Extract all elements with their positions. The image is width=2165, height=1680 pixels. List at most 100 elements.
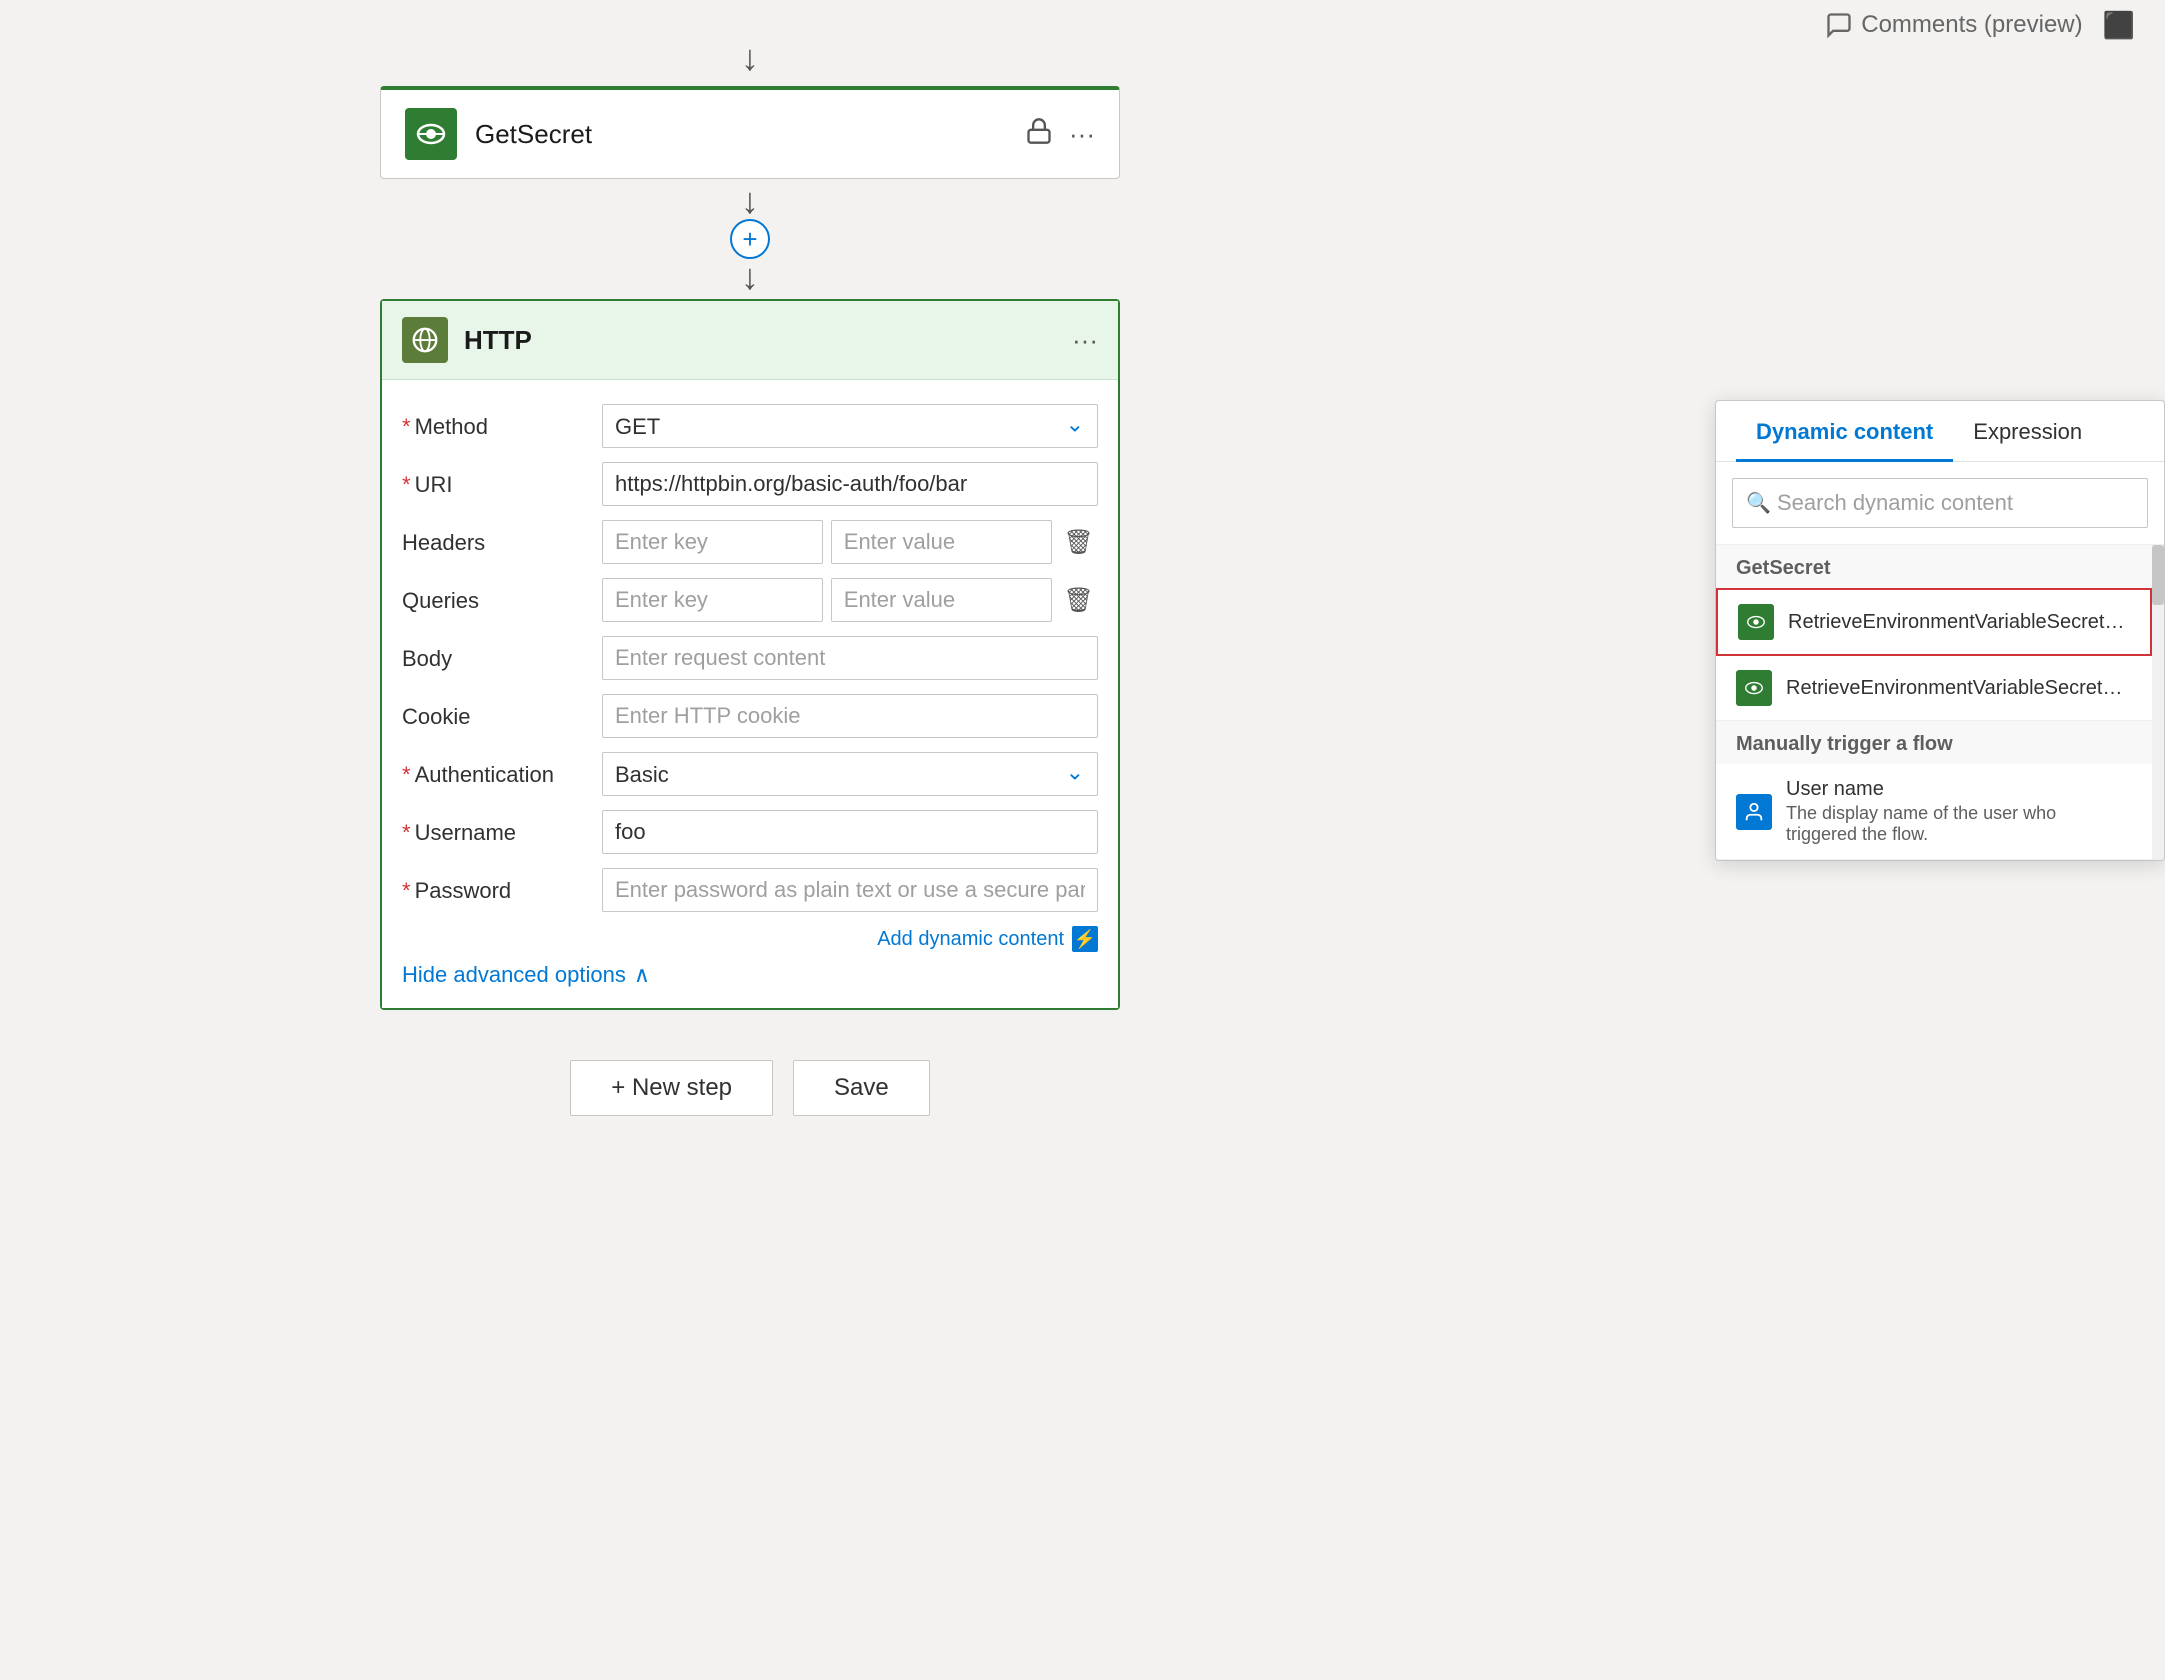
lock-icon[interactable] — [1025, 117, 1053, 152]
username-control — [602, 810, 1098, 854]
arrow-down-3: ↓ — [741, 259, 759, 295]
panel-item-2-text: RetrieveEnvironmentVariableSecretValueRe… — [1786, 677, 2132, 700]
panel-toggle-icon[interactable]: ⬛ — [2103, 10, 2135, 41]
panel-item-3-text: User name — [1786, 778, 2132, 801]
uri-control — [602, 462, 1098, 506]
auth-select-wrapper: Basic None Client Credentials — [602, 752, 1098, 796]
body-control — [602, 636, 1098, 680]
auth-label: *Authentication — [402, 752, 602, 788]
panel-item-1-icon — [1738, 604, 1774, 640]
headers-inputs: 🗑 — [602, 520, 1098, 564]
bottom-buttons: + New step Save — [570, 1060, 929, 1116]
http-card: HTTP ··· *Method GET POST PUT DELETE — [380, 299, 1120, 1010]
top-bar: Comments (preview) ⬛ — [1795, 0, 2165, 50]
scrollbar-thumb[interactable] — [2152, 545, 2164, 605]
body-label: Body — [402, 636, 602, 672]
arrow-down-1: ↓ — [741, 40, 759, 76]
uri-input[interactable] — [602, 462, 1098, 506]
add-step-button[interactable]: + — [730, 219, 770, 259]
panel-item-2[interactable]: RetrieveEnvironmentVariableSecretValueRe… — [1716, 656, 2152, 721]
chevron-up-icon: ∧ — [634, 962, 650, 988]
headers-delete-icon[interactable]: 🗑 — [1060, 524, 1098, 561]
panel-tabs: Dynamic content Expression — [1716, 401, 2164, 462]
panel-content: GetSecret RetrieveEnvironmentVariableSec… — [1716, 545, 2164, 860]
section-getsecret: GetSecret — [1716, 545, 2152, 588]
password-input[interactable] — [602, 868, 1098, 912]
username-label: *Username — [402, 810, 602, 846]
method-control: GET POST PUT DELETE — [602, 404, 1098, 448]
comments-button[interactable]: Comments (preview) — [1825, 11, 2082, 39]
body-row: Body — [402, 636, 1098, 680]
queries-delete-icon[interactable]: 🗑 — [1060, 582, 1098, 619]
hide-advanced-button[interactable]: Hide advanced options ∧ — [402, 962, 1098, 988]
method-required: * — [402, 414, 411, 439]
scrollbar-track[interactable] — [2152, 545, 2164, 860]
password-label: *Password — [402, 868, 602, 904]
get-secret-icon — [405, 108, 457, 160]
password-row: *Password — [402, 868, 1098, 912]
arrow-down-2: ↓ — [741, 183, 759, 219]
headers-row: Headers 🗑 — [402, 520, 1098, 564]
more-menu-icon[interactable]: ··· — [1069, 119, 1095, 150]
panel-item-3-content: User name The display name of the user w… — [1786, 778, 2132, 845]
card-actions: ··· — [1025, 117, 1095, 152]
get-secret-title: GetSecret — [475, 119, 1025, 150]
dynamic-content-panel: Dynamic content Expression GetSecret — [1715, 400, 2165, 861]
tab-dynamic-content[interactable]: Dynamic content — [1736, 401, 1953, 462]
password-control — [602, 868, 1098, 912]
section-manual-trigger: Manually trigger a flow — [1716, 721, 2152, 764]
queries-row: Queries 🗑 — [402, 578, 1098, 622]
dynamic-icon[interactable]: ⚡ — [1072, 926, 1098, 952]
method-label: *Method — [402, 404, 602, 440]
http-title: HTTP — [464, 325, 1072, 356]
queries-control: 🗑 — [602, 578, 1098, 622]
method-row: *Method GET POST PUT DELETE — [402, 404, 1098, 448]
panel-item-3-sub: The display name of the user who trigger… — [1786, 803, 2132, 845]
dynamic-search-input[interactable] — [1732, 478, 2148, 528]
tab-expression[interactable]: Expression — [1953, 401, 2102, 462]
auth-control: Basic None Client Credentials — [602, 752, 1098, 796]
headers-key-input[interactable] — [602, 520, 823, 564]
http-more-icon[interactable]: ··· — [1072, 325, 1098, 356]
method-select[interactable]: GET POST PUT DELETE — [602, 404, 1098, 448]
uri-label: *URI — [402, 462, 602, 498]
http-card-header[interactable]: HTTP ··· — [382, 301, 1118, 380]
username-input[interactable] — [602, 810, 1098, 854]
cookie-label: Cookie — [402, 694, 602, 730]
canvas: ↓ GetSecret ··· ↓ + ↓ — [0, 0, 1500, 1680]
panel-item-3[interactable]: User name The display name of the user w… — [1716, 764, 2152, 860]
http-form-body: *Method GET POST PUT DELETE — [382, 380, 1118, 1008]
panel-item-1[interactable]: RetrieveEnvironmentVariableSecretValueRe… — [1716, 588, 2152, 656]
cookie-row: Cookie — [402, 694, 1098, 738]
add-dynamic-row: Add dynamic content ⚡ — [402, 926, 1098, 952]
panel-item-2-icon — [1736, 670, 1772, 706]
method-select-wrapper: GET POST PUT DELETE — [602, 404, 1098, 448]
auth-select[interactable]: Basic None Client Credentials — [602, 752, 1098, 796]
panel-search-area — [1716, 462, 2164, 545]
headers-value-input[interactable] — [831, 520, 1052, 564]
queries-label: Queries — [402, 578, 602, 614]
uri-row: *URI — [402, 462, 1098, 506]
get-secret-card[interactable]: GetSecret ··· — [380, 86, 1120, 179]
save-button[interactable]: Save — [793, 1060, 930, 1116]
panel-item-3-icon — [1736, 794, 1772, 830]
add-dynamic-link[interactable]: Add dynamic content — [877, 928, 1064, 951]
hide-advanced-label: Hide advanced options — [402, 962, 626, 988]
http-icon — [402, 317, 448, 363]
queries-inputs: 🗑 — [602, 578, 1098, 622]
panel-item-1-text: RetrieveEnvironmentVariableSecretValueRe… — [1788, 611, 2130, 634]
search-wrapper — [1732, 478, 2148, 528]
username-row: *Username — [402, 810, 1098, 854]
plus-connector: ↓ + ↓ — [730, 183, 770, 295]
headers-label: Headers — [402, 520, 602, 556]
queries-key-input[interactable] — [602, 578, 823, 622]
queries-value-input[interactable] — [831, 578, 1052, 622]
new-step-button[interactable]: + New step — [570, 1060, 773, 1116]
cookie-control — [602, 694, 1098, 738]
auth-row: *Authentication Basic None Client Creden… — [402, 752, 1098, 796]
body-input[interactable] — [602, 636, 1098, 680]
comments-label: Comments (preview) — [1861, 11, 2082, 39]
panel-items: GetSecret RetrieveEnvironmentVariableSec… — [1716, 545, 2152, 860]
cookie-input[interactable] — [602, 694, 1098, 738]
headers-control: 🗑 — [602, 520, 1098, 564]
